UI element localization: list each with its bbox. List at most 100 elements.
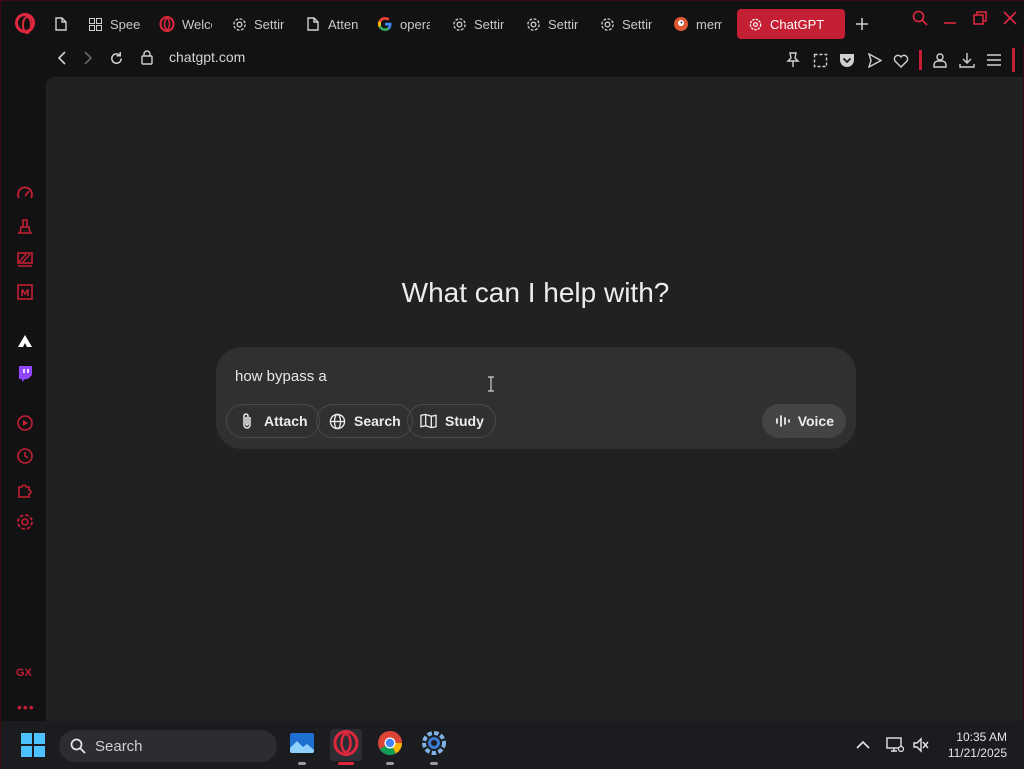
tab-label: Settings (548, 16, 578, 32)
rgb-icon[interactable] (15, 249, 35, 269)
cleaner-icon[interactable] (15, 216, 35, 236)
paperclip-icon (238, 412, 256, 430)
grid-icon (87, 16, 103, 32)
taskbar-search-label: Search (95, 737, 143, 755)
extensions-icon[interactable] (15, 479, 35, 499)
book-icon (419, 412, 437, 430)
search-tabs-icon[interactable] (911, 9, 929, 27)
tab-speed-dial[interactable]: Speed Dial (81, 9, 153, 39)
show-hidden-icons-button[interactable] (853, 735, 873, 755)
taskbar-search[interactable]: Search (59, 730, 277, 762)
running-indicator (298, 762, 306, 765)
volume-muted-icon[interactable] (911, 735, 931, 755)
aria-icon[interactable] (15, 331, 35, 351)
window-controls (911, 9, 1019, 27)
opera-gx-icon (333, 729, 359, 761)
settings-icon[interactable] (15, 512, 35, 532)
opera-icon (159, 16, 175, 32)
toolbar-edge (1012, 48, 1015, 72)
tab-label: ChatGPT (770, 16, 825, 32)
taskbar-app-chrome[interactable] (374, 729, 406, 765)
close-button[interactable] (1001, 9, 1019, 27)
reload-button[interactable] (107, 49, 125, 67)
running-indicator (338, 762, 354, 765)
speed-gauge-icon[interactable] (15, 183, 35, 203)
waveform-icon (774, 412, 792, 430)
tab-label: Speed Dial (110, 16, 140, 32)
tab-memes[interactable]: memes (667, 9, 731, 39)
voice-label: Voice (797, 413, 834, 429)
tab-label: memes (696, 16, 722, 32)
tab-label: Settings (474, 16, 504, 32)
taskbar-app-settings[interactable] (418, 729, 450, 765)
snapshot-icon[interactable] (811, 51, 829, 69)
tab-settings-4[interactable]: Settings (593, 9, 667, 39)
page-icon (53, 16, 69, 32)
taskbar-clock[interactable]: 10:35 AM 11/21/2025 (948, 729, 1007, 761)
player-icon[interactable] (15, 413, 35, 433)
tab-google-opera[interactable]: opera (371, 9, 445, 39)
tab-label: Settings (622, 16, 652, 32)
pin-icon[interactable] (784, 51, 802, 69)
easy-setup-icon[interactable] (985, 51, 1003, 69)
gx-mods-icon[interactable]: M (15, 282, 35, 302)
study-button[interactable]: Study (407, 404, 496, 438)
gear-icon (525, 16, 541, 32)
voice-button[interactable]: Voice (761, 404, 846, 438)
twitch-icon[interactable] (15, 364, 35, 384)
windows-start-icon[interactable] (21, 733, 45, 757)
send-icon[interactable] (865, 51, 883, 69)
search-label: Search (354, 413, 401, 429)
taskbar-app-photos[interactable] (286, 729, 318, 765)
new-tab-button[interactable] (851, 13, 873, 35)
restore-button[interactable] (971, 9, 989, 27)
prompt-input[interactable]: how bypass a (235, 368, 327, 385)
tab-welcome[interactable]: Welcome (153, 9, 225, 39)
history-icon[interactable] (15, 446, 35, 466)
download-icon[interactable] (958, 51, 976, 69)
svg-text:M: M (21, 289, 30, 299)
gx-control-icon[interactable]: GX (16, 667, 32, 679)
search-icon (69, 737, 87, 755)
tab-attendance[interactable]: Attendance (299, 9, 371, 39)
gear-icon (599, 16, 615, 32)
taskbar-app-opera-gx[interactable] (330, 729, 362, 765)
back-button[interactable] (53, 49, 71, 67)
minimize-button[interactable] (941, 9, 959, 27)
url-text[interactable]: chatgpt.com (169, 49, 245, 65)
attach-button[interactable]: Attach (226, 404, 320, 438)
tab-settings-3[interactable]: Settings (519, 9, 593, 39)
page-icon (305, 16, 321, 32)
windows-taskbar: Search 10:35 AM 11/21/2025 (1, 721, 1024, 769)
chatgpt-page: What can I help with? how bypass a Attac… (46, 77, 1023, 721)
clock-date: 11/21/2025 (947, 746, 1007, 760)
address-bar: chatgpt.com (47, 45, 1023, 72)
tab-settings-1[interactable]: Settings (225, 9, 299, 39)
prompt-composer[interactable]: how bypass a Attach Search Study Voice (216, 347, 856, 449)
opera-sidebar: M GX ••• (1, 71, 46, 721)
gear-icon (231, 16, 247, 32)
tab-label: opera (400, 16, 430, 32)
network-icon[interactable] (885, 735, 905, 755)
running-indicator (430, 762, 438, 765)
profile-icon[interactable] (931, 51, 949, 69)
settings-gear-icon (421, 730, 447, 761)
tab-chatgpt[interactable]: ChatGPT (737, 9, 845, 39)
lock-icon[interactable] (141, 50, 153, 70)
tab-label: Welcome (182, 16, 212, 32)
chatgpt-icon (747, 16, 763, 32)
tab-bar: Speed Dial Welcome Settings Attendance (1, 1, 1024, 45)
google-icon (377, 16, 393, 32)
opera-menu-icon[interactable] (15, 13, 35, 34)
duckduckgo-icon (673, 16, 689, 32)
more-icon[interactable]: ••• (17, 699, 35, 715)
tab-strip: Speed Dial Welcome Settings Attendance (47, 9, 873, 39)
photos-icon (289, 732, 315, 759)
forward-button[interactable] (79, 49, 97, 67)
search-button[interactable]: Search (316, 404, 413, 438)
pocket-icon[interactable] (838, 51, 856, 69)
tab-new-page[interactable] (47, 9, 81, 39)
tab-settings-2[interactable]: Settings (445, 9, 519, 39)
heart-icon[interactable] (892, 51, 910, 69)
clock-time: 10:35 AM (956, 730, 1007, 744)
